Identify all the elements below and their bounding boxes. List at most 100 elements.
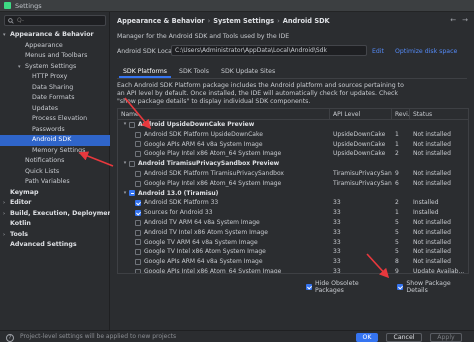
table-row[interactable]: Android TV Intel x86 Atom System Image 33…	[118, 228, 468, 238]
sidebar-item-path-variables[interactable]: Path Variables	[0, 177, 110, 188]
chevron-right-icon[interactable]: ›	[3, 230, 10, 241]
chevron-right-icon[interactable]: ›	[3, 198, 10, 209]
table-row[interactable]: Google TV ARM 64 v8a System Image 33 5 Not …	[118, 238, 468, 248]
edit-link[interactable]: Edit	[372, 48, 384, 55]
tab-sdk-tools[interactable]: SDK Tools	[173, 66, 215, 78]
sidebar-item-notifications[interactable]: Notifications	[0, 156, 110, 167]
sidebar-item-passwords[interactable]: Passwords	[0, 125, 110, 136]
cell-name: ▾ Android 13.0 (Tiramisu)	[118, 189, 330, 199]
package-checkbox[interactable]	[135, 229, 141, 236]
package-checkbox[interactable]	[135, 249, 141, 256]
sidebar-item-quick-lists[interactable]: Quick Lists	[0, 167, 110, 178]
sidebar-item-system-settings[interactable]: ▾ System Settings	[0, 62, 110, 73]
column-header-status[interactable]: Status	[410, 109, 468, 119]
cell-api-level: 33	[333, 209, 341, 217]
show-details-checkbox[interactable]	[397, 284, 404, 290]
sidebar-item-date-formats[interactable]: Date Formats	[0, 93, 110, 104]
column-header-api[interactable]: API Level	[330, 109, 392, 119]
sidebar-item-kotlin[interactable]: Kotlin	[0, 219, 110, 230]
sidebar-item-appearance[interactable]: Appearance	[0, 41, 110, 52]
sidebar-item-http-proxy[interactable]: HTTP Proxy	[0, 72, 110, 83]
chevron-down-icon[interactable]: ▾	[121, 189, 129, 199]
table-row[interactable]: Google TV Intel x86 Atom System Image 33 5…	[118, 247, 468, 257]
cell-name: Google Play Intel x86 Atom_64 System Ima…	[118, 149, 330, 159]
cancel-button[interactable]: Cancel	[386, 333, 422, 342]
table-row[interactable]: Android SDK Platform UpsideDownCake Upsid…	[118, 130, 468, 140]
column-header-name[interactable]: Name	[118, 109, 330, 119]
forward-arrow-icon[interactable]: →	[462, 16, 468, 24]
sidebar-item-advanced-settings[interactable]: Advanced Settings	[0, 240, 110, 251]
cell-api-level: 33	[333, 248, 341, 256]
sidebar-item-tools[interactable]: › Tools	[0, 230, 110, 241]
table-row[interactable]: Google Play Intel x86 Atom_64 System Ima…	[118, 149, 468, 159]
optimize-disk-link[interactable]: Optimize disk space	[395, 48, 457, 55]
table-row[interactable]: Google APIs ARM 64 v8a System Image 33 8 No…	[118, 257, 468, 267]
package-checkbox[interactable]	[135, 151, 141, 158]
chevron-down-icon[interactable]: ▾	[121, 159, 129, 169]
table-row[interactable]: Android SDK Platform 33 33 2 Installed	[118, 198, 468, 208]
dialog-footer: ? Project-level settings will be applied…	[0, 330, 474, 342]
chevron-down-icon[interactable]: ▾	[18, 62, 25, 73]
table-row[interactable]: Google Play Intel x86 Atom_64 System Ima…	[118, 179, 468, 189]
package-checkbox[interactable]	[135, 210, 141, 217]
sidebar-item-build-execution-deployment[interactable]: › Build, Execution, Deployment	[0, 209, 110, 220]
chevron-down-icon[interactable]: ▾	[121, 120, 129, 130]
cell-name: Android SDK Platform TiramisuPrivacySand…	[118, 169, 330, 179]
package-checkbox[interactable]	[135, 200, 141, 207]
package-checkbox[interactable]	[135, 131, 141, 138]
sidebar-item-data-sharing[interactable]: Data Sharing	[0, 83, 110, 94]
sidebar-item-editor[interactable]: › Editor	[0, 198, 110, 209]
package-checkbox[interactable]	[135, 170, 141, 177]
table-row[interactable]: Sources for Android 33 33 1 Installed	[118, 208, 468, 218]
apply-button[interactable]: Apply	[430, 333, 462, 342]
sdk-package-table: Name API Level Revi... Status ▾ Android U…	[117, 108, 469, 274]
search-input[interactable]	[17, 17, 102, 24]
sidebar-item-updates[interactable]: Updates	[0, 104, 110, 115]
sidebar-item-menus-and-toolbars[interactable]: Menus and Toolbars	[0, 51, 110, 62]
tab-sdk-platforms[interactable]: SDK Platforms	[117, 66, 173, 78]
table-row[interactable]: Google APIs Intel x86 Atom_64 System Ima…	[118, 267, 468, 273]
sidebar-item-label: Keymap	[10, 188, 39, 196]
table-row[interactable]: Google APIs ARM 64 v8a System Image Upsid…	[118, 140, 468, 150]
help-icon[interactable]: ?	[6, 334, 14, 342]
hide-obsolete-option[interactable]: Hide Obsolete Packages	[306, 280, 389, 294]
package-checkbox[interactable]	[135, 219, 141, 226]
sidebar-item-appearance-behavior[interactable]: ▾ Appearance & Behavior	[0, 30, 110, 41]
column-header-revision[interactable]: Revi...	[392, 109, 410, 119]
sidebar-item-android-sdk[interactable]: Android SDK	[0, 135, 110, 146]
table-row[interactable]: Android TV ARM 64 v8a System Image 33 5 Not…	[118, 218, 468, 228]
sdk-location-field[interactable]: C:\Users\Administrator\AppData\Local\And…	[171, 45, 367, 56]
table-group-row[interactable]: ▾ Android 13.0 (Tiramisu)	[118, 189, 468, 199]
ok-button[interactable]: OK	[356, 333, 378, 342]
cell-revision: 1	[395, 209, 399, 217]
package-checkbox[interactable]	[129, 161, 135, 168]
nav-arrows: ← →	[450, 16, 468, 24]
sidebar-item-keymap[interactable]: Keymap	[0, 188, 110, 199]
sidebar-item-memory-settings[interactable]: Memory Settings	[0, 146, 110, 157]
package-checkbox[interactable]	[129, 121, 135, 128]
cell-name: Google Play Intel x86 Atom_64 System Ima…	[118, 179, 330, 189]
package-checkbox[interactable]	[135, 180, 141, 187]
sidebar-item-process-elevation[interactable]: Process Elevation	[0, 114, 110, 125]
show-details-option[interactable]: Show Package Details	[397, 280, 474, 294]
back-arrow-icon[interactable]: ←	[450, 16, 456, 24]
package-checkbox[interactable]	[135, 141, 141, 148]
search-icon	[8, 17, 14, 24]
package-checkbox[interactable]	[135, 239, 141, 246]
chevron-right-icon[interactable]: ›	[3, 209, 10, 220]
cell-status: Not installed	[413, 228, 451, 236]
chevron-down-icon[interactable]: ▾	[3, 30, 10, 41]
hide-obsolete-checkbox[interactable]	[306, 284, 312, 290]
hide-obsolete-label: Hide Obsolete Packages	[315, 280, 359, 294]
table-group-row[interactable]: ▾ Android UpsideDownCake Preview	[118, 120, 468, 130]
table-group-row[interactable]: ▾ Android TiramisuPrivacySandbox Preview	[118, 159, 468, 169]
package-checkbox[interactable]	[135, 259, 141, 266]
package-checkbox[interactable]	[135, 268, 141, 273]
package-name: Android SDK Platform TiramisuPrivacySand…	[144, 169, 284, 177]
title-bar: Settings	[0, 0, 474, 12]
settings-search[interactable]	[4, 15, 106, 26]
table-row[interactable]: Android SDK Platform TiramisuPrivacySand…	[118, 169, 468, 179]
sidebar-item-label: Editor	[10, 199, 32, 206]
package-checkbox[interactable]	[129, 190, 135, 197]
tab-sdk-update-sites[interactable]: SDK Update Sites	[215, 66, 281, 78]
